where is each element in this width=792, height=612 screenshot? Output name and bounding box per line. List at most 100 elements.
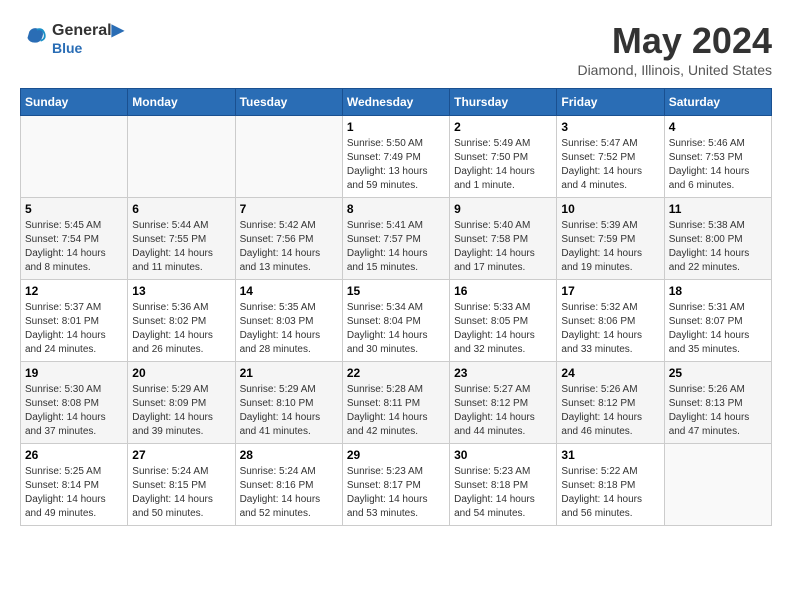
day-info: Sunrise: 5:41 AMSunset: 7:57 PMDaylight:… (347, 219, 445, 275)
day-info: Sunrise: 5:31 AMSunset: 8:07 PMDaylight:… (669, 301, 767, 357)
day-number: 21 (240, 366, 338, 380)
calendar-cell: 8 Sunrise: 5:41 AMSunset: 7:57 PMDaylight… (342, 198, 449, 280)
day-number: 26 (25, 448, 123, 462)
day-number: 8 (347, 202, 445, 216)
day-info: Sunrise: 5:26 AMSunset: 8:13 PMDaylight:… (669, 383, 767, 439)
calendar-cell: 18 Sunrise: 5:31 AMSunset: 8:07 PMDayligh… (664, 280, 771, 362)
day-info: Sunrise: 5:39 AMSunset: 7:59 PMDaylight:… (561, 219, 659, 275)
calendar-cell: 6Sunrise: 5:44 AMSunset: 7:55 PMDaylight… (128, 198, 235, 280)
day-number: 10 (561, 202, 659, 216)
weekday-header-monday: Monday (128, 89, 235, 116)
day-info: Sunrise: 5:44 AMSunset: 7:55 PMDaylight:… (132, 219, 230, 275)
day-number: 7 (240, 202, 338, 216)
title-block: May 2024 Diamond, Illinois, United State… (577, 20, 772, 78)
day-number: 29 (347, 448, 445, 462)
day-number: 22 (347, 366, 445, 380)
calendar-week-5: 26 Sunrise: 5:25 AMSunset: 8:14 PMDayligh… (21, 444, 772, 526)
day-number: 19 (25, 366, 123, 380)
day-info: Sunrise: 5:28 AMSunset: 8:11 PMDaylight:… (347, 383, 445, 439)
calendar-week-4: 19Sunrise: 5:30 AMSunset: 8:08 PMDayligh… (21, 362, 772, 444)
calendar-cell: 19Sunrise: 5:30 AMSunset: 8:08 PMDayligh… (21, 362, 128, 444)
day-number: 17 (561, 284, 659, 298)
day-info: Sunrise: 5:25 AMSunset: 8:14 PMDaylight:… (25, 465, 123, 521)
calendar-cell: 21 Sunrise: 5:29 AMSunset: 8:10 PMDayligh… (235, 362, 342, 444)
weekday-header-wednesday: Wednesday (342, 89, 449, 116)
logo: General▶ Blue (20, 20, 124, 56)
day-number: 3 (561, 120, 659, 134)
calendar-cell: 5 Sunrise: 5:45 AMSunset: 7:54 PMDaylight… (21, 198, 128, 280)
day-info: Sunrise: 5:38 AMSunset: 8:00 PMDaylight:… (669, 219, 767, 275)
day-number: 24 (561, 366, 659, 380)
day-info: Sunrise: 5:36 AMSunset: 8:02 PMDaylight:… (132, 301, 230, 357)
day-info: Sunrise: 5:27 AMSunset: 8:12 PMDaylight:… (454, 383, 552, 439)
day-info: Sunrise: 5:49 AMSunset: 7:50 PMDaylight:… (454, 137, 552, 193)
calendar-cell: 27 Sunrise: 5:24 AMSunset: 8:15 PMDayligh… (128, 444, 235, 526)
day-info: Sunrise: 5:24 AMSunset: 8:16 PMDaylight:… (240, 465, 338, 521)
calendar-cell: 20 Sunrise: 5:29 AMSunset: 8:09 PMDayligh… (128, 362, 235, 444)
calendar-cell: 25 Sunrise: 5:26 AMSunset: 8:13 PMDayligh… (664, 362, 771, 444)
day-number: 14 (240, 284, 338, 298)
calendar-table: SundayMondayTuesdayWednesdayThursdayFrid… (20, 88, 772, 526)
calendar-cell: 17 Sunrise: 5:32 AMSunset: 8:06 PMDayligh… (557, 280, 664, 362)
day-info: Sunrise: 5:46 AMSunset: 7:53 PMDaylight:… (669, 137, 767, 193)
calendar-cell: 31 Sunrise: 5:22 AMSunset: 8:18 PMDayligh… (557, 444, 664, 526)
day-info: Sunrise: 5:32 AMSunset: 8:06 PMDaylight:… (561, 301, 659, 357)
day-number: 31 (561, 448, 659, 462)
day-info: Sunrise: 5:50 AMSunset: 7:49 PMDaylight:… (347, 137, 445, 193)
calendar-cell: 3 Sunrise: 5:47 AMSunset: 7:52 PMDaylight… (557, 116, 664, 198)
calendar-cell (128, 116, 235, 198)
calendar-cell: 14 Sunrise: 5:35 AMSunset: 8:03 PMDayligh… (235, 280, 342, 362)
day-info: Sunrise: 5:26 AMSunset: 8:12 PMDaylight:… (561, 383, 659, 439)
day-number: 11 (669, 202, 767, 216)
day-number: 2 (454, 120, 552, 134)
calendar-cell: 11 Sunrise: 5:38 AMSunset: 8:00 PMDayligh… (664, 198, 771, 280)
day-number: 18 (669, 284, 767, 298)
day-number: 30 (454, 448, 552, 462)
calendar-week-2: 5 Sunrise: 5:45 AMSunset: 7:54 PMDaylight… (21, 198, 772, 280)
day-info: Sunrise: 5:23 AMSunset: 8:18 PMDaylight:… (454, 465, 552, 521)
day-number: 23 (454, 366, 552, 380)
weekday-header-friday: Friday (557, 89, 664, 116)
calendar-cell: 30 Sunrise: 5:23 AMSunset: 8:18 PMDayligh… (450, 444, 557, 526)
calendar-cell: 16 Sunrise: 5:33 AMSunset: 8:05 PMDayligh… (450, 280, 557, 362)
day-number: 13 (132, 284, 230, 298)
calendar-week-1: 1Sunrise: 5:50 AMSunset: 7:49 PMDaylight… (21, 116, 772, 198)
day-number: 5 (25, 202, 123, 216)
day-info: Sunrise: 5:47 AMSunset: 7:52 PMDaylight:… (561, 137, 659, 193)
calendar-cell: 2 Sunrise: 5:49 AMSunset: 7:50 PMDaylight… (450, 116, 557, 198)
calendar-cell (235, 116, 342, 198)
calendar-cell: 12 Sunrise: 5:37 AMSunset: 8:01 PMDayligh… (21, 280, 128, 362)
month-year-title: May 2024 (577, 20, 772, 62)
calendar-cell (664, 444, 771, 526)
day-info: Sunrise: 5:45 AMSunset: 7:54 PMDaylight:… (25, 219, 123, 275)
day-info: Sunrise: 5:22 AMSunset: 8:18 PMDaylight:… (561, 465, 659, 521)
day-info: Sunrise: 5:35 AMSunset: 8:03 PMDaylight:… (240, 301, 338, 357)
calendar-cell (21, 116, 128, 198)
calendar-cell: 10 Sunrise: 5:39 AMSunset: 7:59 PMDayligh… (557, 198, 664, 280)
weekday-header-row: SundayMondayTuesdayWednesdayThursdayFrid… (21, 89, 772, 116)
calendar-cell: 1Sunrise: 5:50 AMSunset: 7:49 PMDaylight… (342, 116, 449, 198)
calendar-cell: 28Sunrise: 5:24 AMSunset: 8:16 PMDayligh… (235, 444, 342, 526)
day-number: 27 (132, 448, 230, 462)
day-number: 25 (669, 366, 767, 380)
day-number: 12 (25, 284, 123, 298)
day-info: Sunrise: 5:29 AMSunset: 8:09 PMDaylight:… (132, 383, 230, 439)
weekday-header-thursday: Thursday (450, 89, 557, 116)
day-number: 20 (132, 366, 230, 380)
day-info: Sunrise: 5:40 AMSunset: 7:58 PMDaylight:… (454, 219, 552, 275)
calendar-week-3: 12 Sunrise: 5:37 AMSunset: 8:01 PMDayligh… (21, 280, 772, 362)
calendar-cell: 4Sunrise: 5:46 AMSunset: 7:53 PMDaylight… (664, 116, 771, 198)
calendar-cell: 23 Sunrise: 5:27 AMSunset: 8:12 PMDayligh… (450, 362, 557, 444)
day-number: 16 (454, 284, 552, 298)
day-info: Sunrise: 5:37 AMSunset: 8:01 PMDaylight:… (25, 301, 123, 357)
weekday-header-saturday: Saturday (664, 89, 771, 116)
calendar-cell: 26 Sunrise: 5:25 AMSunset: 8:14 PMDayligh… (21, 444, 128, 526)
day-info: Sunrise: 5:33 AMSunset: 8:05 PMDaylight:… (454, 301, 552, 357)
day-info: Sunrise: 5:24 AMSunset: 8:15 PMDaylight:… (132, 465, 230, 521)
day-number: 15 (347, 284, 445, 298)
calendar-cell: 13 Sunrise: 5:36 AMSunset: 8:02 PMDayligh… (128, 280, 235, 362)
calendar-cell: 15Sunrise: 5:34 AMSunset: 8:04 PMDayligh… (342, 280, 449, 362)
day-info: Sunrise: 5:42 AMSunset: 7:56 PMDaylight:… (240, 219, 338, 275)
day-info: Sunrise: 5:29 AMSunset: 8:10 PMDaylight:… (240, 383, 338, 439)
location-title: Diamond, Illinois, United States (577, 62, 772, 78)
